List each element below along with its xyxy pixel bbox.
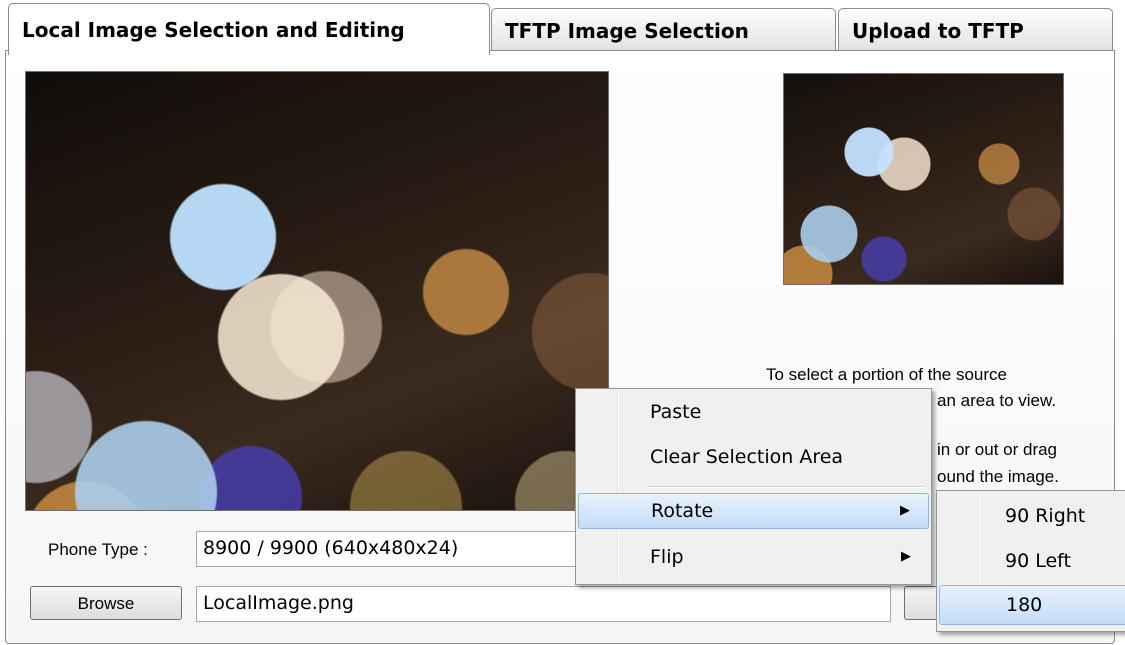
menu-item-label: Paste	[650, 401, 702, 423]
submenu-arrow-icon: ▶	[901, 549, 911, 564]
phone-type-select[interactable]: 8900 / 9900 (640x480x24)	[196, 531, 578, 567]
menu-item-rotate-180[interactable]: 180	[939, 585, 1125, 625]
menu-item-rotate-90-left[interactable]: 90 Left	[939, 542, 1125, 582]
submenu-arrow-icon: ▶	[900, 503, 910, 518]
preview-image	[783, 73, 1064, 285]
context-menu: Paste Clear Selection Area Rotate ▶ Flip…	[575, 388, 932, 585]
source-image[interactable]	[25, 71, 609, 511]
menu-item-label: Flip	[650, 546, 684, 568]
menu-item-flip[interactable]: Flip ▶	[578, 540, 929, 576]
menu-item-rotate[interactable]: Rotate ▶	[578, 493, 929, 529]
menu-item-clear-selection[interactable]: Clear Selection Area	[578, 440, 929, 476]
menu-item-label: Rotate	[651, 500, 714, 522]
hint-text-line4: ound the image.	[937, 467, 1059, 486]
menu-item-label: Clear Selection Area	[650, 446, 844, 468]
hint-text-line2: an area to view.	[937, 391, 1057, 410]
menu-separator	[648, 486, 925, 488]
rotate-submenu: 90 Right 90 Left 180	[936, 490, 1125, 632]
menu-item-rotate-90-right[interactable]: 90 Right	[939, 497, 1125, 537]
menu-item-paste[interactable]: Paste	[578, 395, 929, 431]
browse-button[interactable]: Browse	[30, 586, 182, 620]
phone-type-label: Phone Type :	[48, 540, 148, 559]
hint-text-line3: in or out or drag	[937, 440, 1058, 459]
hint-text-line1: To select a portion of the source	[766, 365, 1007, 384]
file-path-input[interactable]: LocalImage.png	[196, 586, 891, 622]
